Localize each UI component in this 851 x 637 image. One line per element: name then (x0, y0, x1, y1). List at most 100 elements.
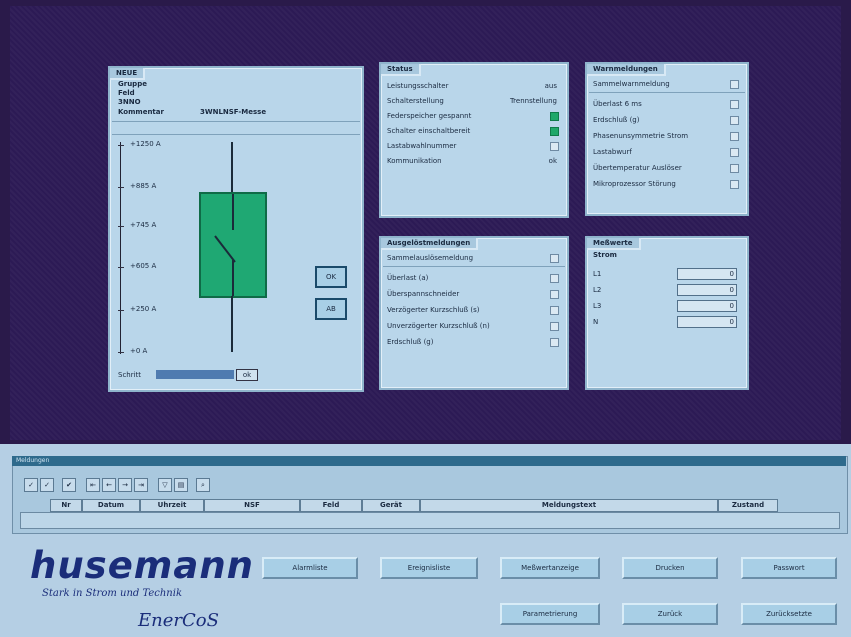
measurement-label: L2 (593, 286, 602, 294)
status-indicator (550, 112, 559, 121)
trip-label: Verzögerter Kurzschluß (s) (387, 306, 480, 314)
status-row-label: Kommunikation (387, 157, 442, 165)
measurement-field (677, 284, 737, 296)
trip-row: Erdschluß (g) (387, 336, 561, 348)
trip-indicator (550, 290, 559, 299)
column-header-device[interactable]: Gerät (362, 499, 420, 512)
next-record-button[interactable]: → (118, 478, 132, 492)
measurement-value: 0 (729, 270, 734, 278)
panel-divider (383, 266, 565, 267)
print-tool-button[interactable]: ▤ (174, 478, 188, 492)
panel-divider (112, 134, 360, 135)
status-indicator (550, 127, 559, 136)
filter-tool-button[interactable]: ▽ (158, 478, 172, 492)
status-row-label: Federspeicher gespannt (387, 112, 472, 120)
measurement-field (677, 316, 737, 328)
breaker-line-bottom (231, 296, 233, 352)
warning-label: Überlast 6 ms (593, 100, 642, 108)
status-row: Schalter einschaltbereit (387, 125, 561, 137)
prev-record-button[interactable]: ← (102, 478, 116, 492)
status-row-value: Trennstellung (509, 97, 557, 105)
warning-label: Mikroprozessor Störung (593, 180, 676, 188)
measurement-value: 0 (729, 302, 734, 310)
scale-tick (118, 226, 124, 227)
ab-button[interactable]: AB (315, 298, 347, 320)
last-record-button[interactable]: ⇥ (134, 478, 148, 492)
switch-contact-icon (214, 194, 236, 296)
scale-tick-label: +1250 A (130, 140, 161, 148)
product-name: EnerCoS (138, 610, 219, 631)
breaker-panel-title: NEUE (110, 68, 146, 80)
breaker-body[interactable] (199, 192, 267, 298)
panel-divider (589, 92, 745, 93)
status-row-label: Lastabwahlnummer (387, 142, 457, 150)
password-button[interactable]: Passwort (741, 557, 837, 579)
measurements-panel: Meßwerte Strom L1 0 L2 0 L3 0 N0 (585, 236, 749, 390)
warning-label: Übertemperatur Auslöser (593, 164, 682, 172)
event-list-button[interactable]: Ereignisliste (380, 557, 478, 579)
measurement-label: L3 (593, 302, 602, 310)
trip-indicator (550, 306, 559, 315)
warning-label: Erdschluß (g) (593, 116, 640, 124)
trip-label: Unverzögerter Kurzschluß (n) (387, 322, 490, 330)
scale-tick-label: +885 A (130, 182, 157, 190)
measurement-display-button[interactable]: Meßwertanzeige (500, 557, 600, 579)
status-row: Kommunikation ok (387, 155, 561, 167)
status-row: Schalterstellung Trennstellung (387, 95, 561, 107)
trip-indicator (550, 274, 559, 283)
column-header-nsf[interactable]: NSF (204, 499, 300, 512)
trip-indicator (550, 254, 559, 263)
status-row-label: Schalter einschaltbereit (387, 127, 471, 135)
reset-button[interactable]: Zurücksetzte (741, 603, 837, 625)
measurement-row: L3 0 (593, 300, 741, 312)
trip-indicator (550, 322, 559, 331)
measurement-value: 0 (729, 286, 734, 294)
status-row: Lastabwahlnummer (387, 140, 561, 152)
scale-tick (118, 267, 124, 268)
comment-value: 3WNLNSF-Messe (200, 108, 267, 116)
panel-divider (112, 121, 360, 122)
measurement-label: L1 (593, 270, 602, 278)
messages-list[interactable] (20, 512, 840, 529)
brand-tagline: Stark in Strom und Technik (42, 588, 183, 599)
warning-row: Mikroprozessor Störung (593, 178, 741, 190)
info-label-id: 3NNO (118, 98, 141, 106)
warning-indicator (730, 132, 739, 141)
parameterization-button[interactable]: Parametrierung (500, 603, 600, 625)
first-record-button[interactable]: ⇤ (86, 478, 100, 492)
info-label-field: Feld (118, 89, 135, 97)
column-header-state[interactable]: Zustand (718, 499, 778, 512)
acknowledge-tool-button[interactable]: ✔ (62, 478, 76, 492)
breaker-line-top (231, 142, 233, 194)
trip-row: Überlast (a) (387, 272, 561, 284)
column-header-date[interactable]: Datum (82, 499, 140, 512)
column-header-time[interactable]: Uhrzeit (140, 499, 204, 512)
scale-tick-label: +250 A (130, 305, 157, 313)
check-all-tool-button[interactable]: ✓ (40, 478, 54, 492)
step-bar[interactable] (156, 370, 234, 379)
measurements-panel-title: Meßwerte (587, 238, 641, 250)
measurement-field (677, 268, 737, 280)
warning-row: Lastabwurf (593, 146, 741, 158)
step-ok-button[interactable]: ok (236, 369, 258, 381)
ok-button[interactable]: OK (315, 266, 347, 288)
warning-row: Erdschluß (g) (593, 114, 741, 126)
column-header-nr[interactable]: Nr (50, 499, 82, 512)
column-header-field[interactable]: Feld (300, 499, 362, 512)
step-label: Schritt (118, 371, 142, 379)
measurement-row: N0 (593, 316, 741, 328)
search-tool-button[interactable]: ⌕ (196, 478, 210, 492)
scale-tick (118, 187, 124, 188)
warnings-header-row: Sammelwarnmeldung (593, 78, 741, 90)
messages-window-titlebar (12, 456, 846, 466)
back-button[interactable]: Zurück (622, 603, 718, 625)
print-button[interactable]: Drucken (622, 557, 718, 579)
warnings-panel: Warnmeldungen Sammelwarnmeldung Überlast… (585, 62, 749, 216)
trip-label: Überspannschneider (387, 290, 460, 298)
column-header-message[interactable]: Meldungstext (420, 499, 718, 512)
alarm-list-button[interactable]: Alarmliste (262, 557, 358, 579)
check-tool-button[interactable]: ✓ (24, 478, 38, 492)
warning-indicator (730, 100, 739, 109)
measurement-label: N (593, 318, 599, 326)
scale-tick-label: +745 A (130, 221, 157, 229)
